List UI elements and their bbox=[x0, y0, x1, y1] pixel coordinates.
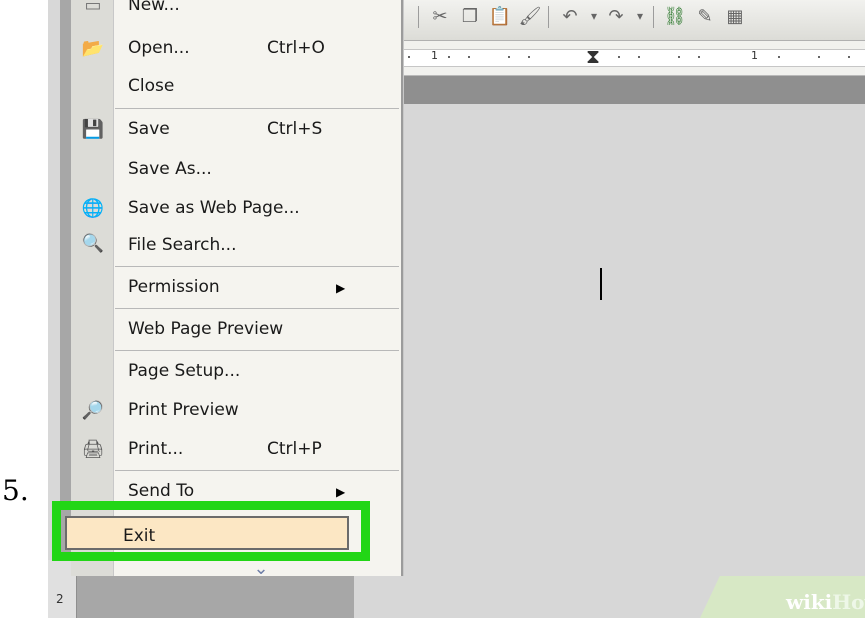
menu-separator bbox=[115, 470, 399, 471]
ruler-tick bbox=[678, 56, 680, 58]
toolbar-separator bbox=[548, 6, 549, 28]
menu-separator bbox=[115, 308, 399, 309]
file-menu: New... ▭ Open... Ctrl+O 📂 Close Save Ctr… bbox=[71, 0, 403, 579]
paste-icon[interactable]: 📋 bbox=[488, 4, 512, 28]
menu-item-label: New... bbox=[128, 0, 180, 15]
print-preview-icon: 🔎 bbox=[81, 399, 105, 421]
watermark-wiki: wiki bbox=[786, 590, 833, 614]
web-page-icon: 🌐 bbox=[81, 197, 105, 219]
menu-separator bbox=[115, 108, 399, 109]
menu-item-open[interactable]: Open... Ctrl+O bbox=[115, 29, 399, 67]
exit-highlight-box bbox=[52, 501, 370, 561]
tables-borders-icon[interactable]: ✎ bbox=[693, 4, 717, 28]
ruler-tick bbox=[448, 56, 450, 58]
menu-item-save[interactable]: Save Ctrl+S bbox=[115, 110, 399, 148]
ruler-tick bbox=[508, 56, 510, 58]
menu-item-file-search[interactable]: File Search... bbox=[115, 226, 399, 264]
ruler-tick bbox=[638, 56, 640, 58]
menu-item-save-as-web-page[interactable]: Save as Web Page... bbox=[115, 189, 399, 227]
menu-item-label: Save as Web Page... bbox=[128, 198, 300, 218]
menu-item-print-preview[interactable]: Print Preview bbox=[115, 391, 399, 429]
toolbar-separator bbox=[418, 6, 419, 28]
menu-item-label: Print Preview bbox=[128, 400, 239, 420]
ruler-tick bbox=[698, 56, 700, 58]
menu-item-print[interactable]: Print... Ctrl+P bbox=[115, 430, 399, 468]
ruler-mark: 1 bbox=[751, 49, 758, 62]
toolbar-separator bbox=[653, 6, 654, 28]
insert-table-icon[interactable]: ▦ bbox=[723, 4, 747, 28]
cut-icon[interactable]: ✂ bbox=[428, 4, 452, 28]
document-top-margin bbox=[348, 76, 865, 104]
menu-item-label: Save bbox=[128, 119, 170, 139]
text-cursor bbox=[600, 268, 602, 300]
undo-icon[interactable]: ↶ bbox=[558, 4, 582, 28]
menu-item-label: Permission bbox=[128, 277, 220, 297]
menu-item-label: Send To bbox=[128, 481, 195, 501]
redo-icon[interactable]: ↷ bbox=[604, 4, 628, 28]
wikihow-watermark: wikiHow bbox=[786, 590, 865, 614]
ruler-tick bbox=[818, 56, 820, 58]
standard-toolbar: ✓ ⌕ ✂ ❐ 📋 🖌 ↶ ▾ ↷ ▾ ⛓ ✎ ▦ bbox=[348, 0, 865, 41]
ruler-tick bbox=[468, 56, 470, 58]
menu-item-shortcut: Ctrl+O bbox=[267, 38, 325, 58]
watermark-how: How bbox=[832, 590, 865, 614]
ruler-tick bbox=[848, 56, 850, 58]
ruler-mark: 1 bbox=[431, 49, 438, 62]
vertical-ruler-mark: 2 bbox=[56, 592, 64, 606]
submenu-arrow-icon: ▶ bbox=[336, 281, 346, 295]
menu-item-label: Save As... bbox=[128, 159, 212, 179]
menu-item-permission[interactable]: Permission ▶ bbox=[115, 268, 399, 306]
submenu-arrow-icon: ▶ bbox=[336, 485, 346, 499]
ruler-track bbox=[348, 49, 865, 67]
menu-item-label: Page Setup... bbox=[128, 361, 241, 381]
hyperlink-icon[interactable]: ⛓ bbox=[663, 4, 687, 28]
ruler-tick bbox=[528, 56, 530, 58]
menu-icon-gutter bbox=[71, 0, 114, 576]
menu-item-web-page-preview[interactable]: Web Page Preview bbox=[115, 310, 399, 348]
undo-dropdown-icon[interactable]: ▾ bbox=[582, 4, 606, 28]
save-disk-icon: 💾 bbox=[81, 118, 105, 140]
ruler-tick bbox=[618, 56, 620, 58]
indent-marker-icon[interactable]: ⧗ bbox=[586, 44, 600, 68]
new-document-icon: ▭ bbox=[84, 0, 102, 16]
step-number: 5. bbox=[2, 474, 29, 507]
document-page[interactable] bbox=[354, 104, 865, 618]
folder-open-icon: 📂 bbox=[81, 37, 105, 59]
menu-item-close[interactable]: Close bbox=[115, 67, 399, 105]
menu-item-label: Open... bbox=[128, 38, 190, 58]
printer-icon: 🖨 bbox=[81, 438, 105, 460]
menu-item-label: File Search... bbox=[128, 235, 237, 255]
ruler-tick bbox=[408, 56, 410, 58]
menu-separator bbox=[115, 350, 399, 351]
redo-dropdown-icon[interactable]: ▾ bbox=[628, 4, 652, 28]
menu-item-label: Web Page Preview bbox=[128, 319, 284, 339]
menu-separator bbox=[115, 266, 399, 267]
menu-item-new[interactable]: New... bbox=[115, 0, 399, 24]
menu-item-label: Close bbox=[128, 76, 175, 96]
format-painter-icon[interactable]: 🖌 bbox=[518, 4, 542, 28]
menu-item-label: Print... bbox=[128, 439, 184, 459]
menu-item-shortcut: Ctrl+P bbox=[267, 439, 322, 459]
menu-item-save-as[interactable]: Save As... bbox=[115, 150, 399, 188]
copy-icon[interactable]: ❐ bbox=[458, 4, 482, 28]
horizontal-ruler: 1 ⧗ 1 bbox=[348, 41, 865, 76]
ruler-tick bbox=[778, 56, 780, 58]
menu-item-shortcut: Ctrl+S bbox=[267, 119, 323, 139]
search-icon: 🔍 bbox=[81, 232, 105, 254]
menu-item-page-setup[interactable]: Page Setup... bbox=[115, 352, 399, 390]
